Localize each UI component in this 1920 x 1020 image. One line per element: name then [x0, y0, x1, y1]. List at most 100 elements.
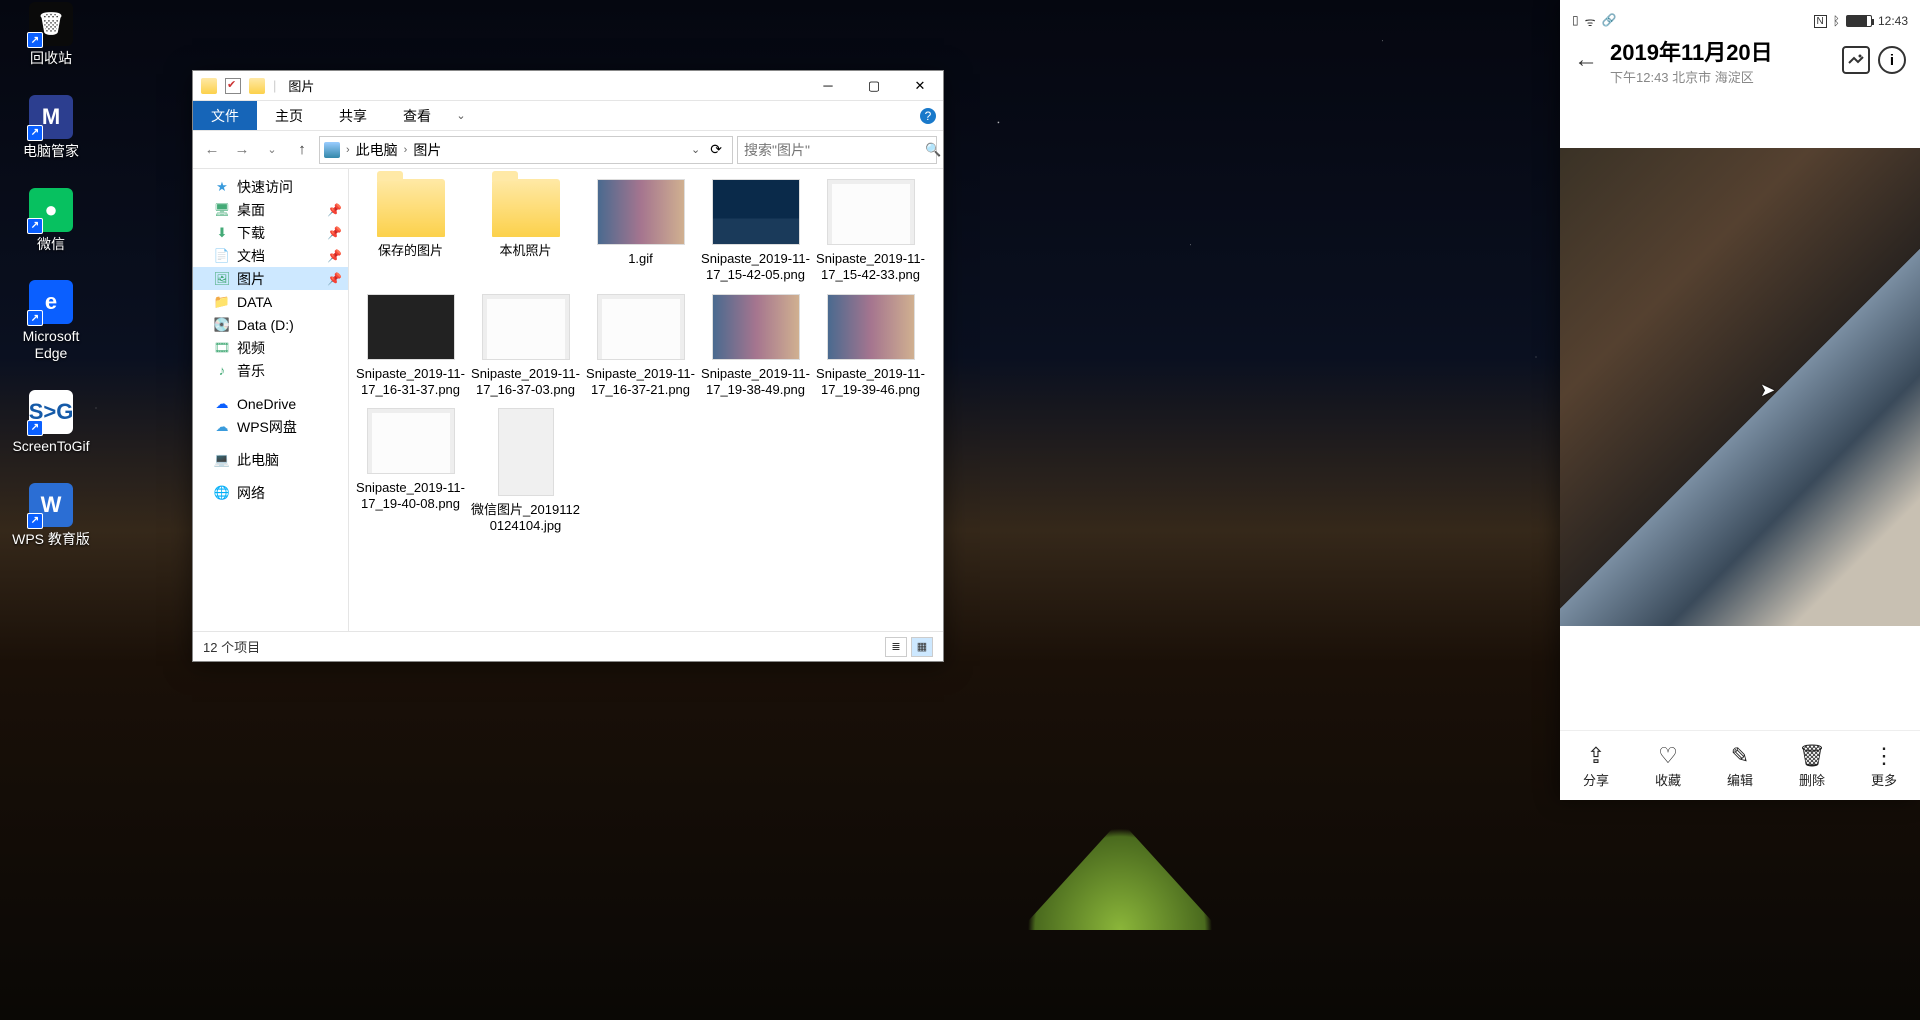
explorer-titlebar[interactable]: ✔ | 图片 ─ ▢ ✕ — [193, 71, 943, 101]
file-item[interactable]: Snipaste_2019-11-17_16-37-21.png — [583, 294, 698, 399]
nav-item[interactable]: ☁ WPS网盘 — [193, 415, 348, 438]
file-name-label: Snipaste_2019-11-17_19-38-49.png — [698, 366, 813, 399]
thumbnail-icon — [367, 408, 455, 474]
help-button[interactable]: ? — [913, 101, 943, 130]
nav-item-label: DATA — [237, 294, 272, 310]
nav-item-icon: ★ — [213, 178, 231, 196]
edit-icon: ✎ — [1731, 742, 1749, 770]
pin-icon: 📌 — [327, 249, 342, 263]
file-item[interactable]: 微信图片_201911201241​04.jpg — [468, 408, 583, 535]
qat-checkbox-icon[interactable]: ✔ — [225, 78, 241, 94]
toolbar-share-button[interactable]: ⇪ 分享 — [1560, 731, 1632, 800]
file-name-label: 1.gif — [626, 251, 655, 267]
desktop-icon-label: 回收站 — [30, 50, 72, 67]
crumb-sep-icon[interactable]: › — [402, 144, 410, 156]
breadcrumb-0[interactable]: 此电脑 — [352, 140, 402, 160]
file-item[interactable]: Snipaste_2019-11-17_15-42-33.png — [813, 179, 928, 284]
nav-forward-button[interactable]: → — [229, 137, 255, 163]
address-bar-row: ← → ⌄ ↑ › 此电脑 › 图片 ⌄ ⟳ 🔍 — [193, 131, 943, 169]
nav-item-icon: 🖼 — [213, 270, 231, 288]
nav-item-icon: 💻 — [213, 451, 231, 469]
file-item[interactable]: Snipaste_2019-11-17_19-39-46.png — [813, 294, 928, 399]
search-box[interactable]: 🔍 — [737, 136, 937, 164]
gallery-icon[interactable] — [1842, 46, 1870, 74]
info-icon[interactable]: i — [1878, 46, 1906, 74]
thumbnail-icon — [712, 294, 800, 360]
file-item[interactable]: Snipaste_2019-11-17_15-42-05.png — [698, 179, 813, 284]
nav-up-button[interactable]: ↑ — [289, 137, 315, 163]
search-icon[interactable]: 🔍 — [925, 142, 941, 158]
pc-icon — [324, 142, 340, 158]
address-dropdown-icon[interactable]: ⌄ — [687, 143, 704, 156]
nav-pane: ★ 快速访问🖥 桌面📌⬇ 下载📌📄 文档📌🖼 图片📌📁 DATA💽 Data (… — [193, 169, 349, 631]
app-icon: S>G — [29, 390, 73, 434]
nav-item-label: 图片 — [237, 269, 265, 289]
refresh-button[interactable]: ⟳ — [704, 141, 728, 158]
nav-back-button[interactable]: ← — [199, 137, 225, 163]
desktop-icon[interactable]: M 电脑管家 — [6, 95, 96, 160]
battery-icon — [1846, 15, 1872, 27]
nav-item[interactable]: 🖥 桌面📌 — [193, 198, 348, 221]
desktop-icon[interactable]: W WPS 教育版 — [6, 483, 96, 548]
nav-item[interactable]: 🌐 网络 — [193, 481, 348, 504]
thumbnail-icon — [367, 294, 455, 360]
more-icon: ⋮ — [1873, 742, 1895, 770]
crumb-sep-icon[interactable]: › — [344, 144, 352, 156]
desktop-icon[interactable]: e Microsoft Edge — [6, 280, 96, 362]
nav-item[interactable]: 💻 此电脑 — [193, 448, 348, 471]
breadcrumb-1[interactable]: 图片 — [409, 140, 445, 160]
toolbar-edit-button[interactable]: ✎ 编辑 — [1704, 731, 1776, 800]
desktop-icon-label: 微信 — [37, 236, 65, 253]
nav-recent-dropdown[interactable]: ⌄ — [259, 137, 285, 163]
app-icon: W — [29, 483, 73, 527]
toolbar-delete-button[interactable]: 🗑 删除 — [1776, 731, 1848, 800]
thumbnail-icon — [597, 294, 685, 360]
thumbnail-icon — [712, 179, 800, 245]
ribbon-tab-view[interactable]: 查看 — [385, 101, 449, 130]
photo-viewport[interactable]: ➤ — [1560, 148, 1920, 626]
file-item[interactable]: Snipaste_2019-11-17_16-31-37.png — [353, 294, 468, 399]
status-item-count: 12 个项目 — [203, 637, 260, 656]
nav-item-label: 文档 — [237, 246, 265, 266]
maximize-button[interactable]: ▢ — [851, 71, 897, 101]
search-input[interactable] — [744, 142, 925, 158]
minimize-button[interactable]: ─ — [805, 71, 851, 101]
file-item[interactable]: Snipaste_2019-11-17_19-40-08.png — [353, 408, 468, 535]
desktop-icon[interactable]: S>G ScreenToGif — [6, 390, 96, 455]
app-icon: M — [29, 95, 73, 139]
nav-item-label: 此电脑 — [237, 450, 279, 470]
desktop-icon[interactable]: ● 微信 — [6, 188, 96, 253]
ribbon-expand-icon[interactable]: ⌄ — [449, 101, 473, 130]
file-item[interactable]: 1.gif — [583, 179, 698, 284]
thumbnail-icon — [827, 179, 915, 245]
nav-item-icon: ☁ — [213, 395, 231, 413]
view-icons-button[interactable]: ▦ — [911, 637, 933, 657]
nav-item[interactable]: 🖼 图片📌 — [193, 267, 348, 290]
pin-icon: 📌 — [327, 226, 342, 240]
nav-item-icon: ♪ — [213, 362, 231, 380]
file-item[interactable]: Snipaste_2019-11-17_16-37-03.png — [468, 294, 583, 399]
nav-item[interactable]: 🎞 视频 — [193, 336, 348, 359]
nav-item[interactable]: ♪ 音乐 — [193, 359, 348, 382]
close-button[interactable]: ✕ — [897, 71, 943, 101]
ribbon-tab-home[interactable]: 主页 — [257, 101, 321, 130]
folder-item[interactable]: 保存的图片 — [353, 179, 468, 284]
view-details-button[interactable]: ≣ — [885, 637, 907, 657]
nav-item[interactable]: ☁ OneDrive — [193, 392, 348, 415]
ribbon-tab-file[interactable]: 文件 — [193, 101, 257, 130]
nav-item[interactable]: 💽 Data (D:) — [193, 313, 348, 336]
address-bar[interactable]: › 此电脑 › 图片 ⌄ ⟳ — [319, 136, 733, 164]
file-name-label: 保存的图片 — [376, 243, 445, 259]
file-item[interactable]: Snipaste_2019-11-17_19-38-49.png — [698, 294, 813, 399]
nav-item[interactable]: ★ 快速访问 — [193, 175, 348, 198]
toolbar-more-button[interactable]: ⋮ 更多 — [1848, 731, 1920, 800]
nav-item[interactable]: 📁 DATA — [193, 290, 348, 313]
nav-item[interactable]: 📄 文档📌 — [193, 244, 348, 267]
folder-item[interactable]: 本机照片 — [468, 179, 583, 284]
ribbon-tab-share[interactable]: 共享 — [321, 101, 385, 130]
nav-item[interactable]: ⬇ 下载📌 — [193, 221, 348, 244]
toolbar-heart-button[interactable]: ♡ 收藏 — [1632, 731, 1704, 800]
file-grid[interactable]: 保存的图片 本机照片 1.gif Snipaste_2019-11-17_15-… — [349, 169, 943, 631]
back-button[interactable]: ← — [1574, 46, 1602, 74]
desktop-icon[interactable]: 🗑 回收站 — [6, 2, 96, 67]
